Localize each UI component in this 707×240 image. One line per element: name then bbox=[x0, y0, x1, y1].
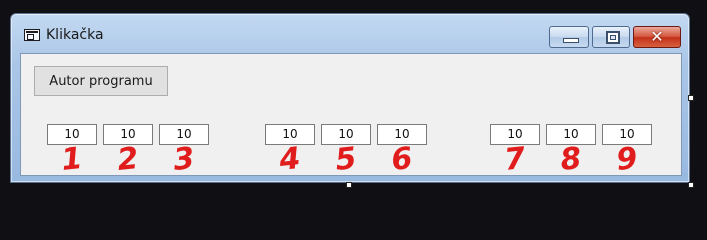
close-icon: ✕ bbox=[650, 27, 664, 46]
resize-handle-bottom[interactable] bbox=[346, 182, 352, 188]
app-window: Klikačka ✕ Autor programu 10 10 10 10 10… bbox=[10, 13, 690, 183]
annotation-label-8: 8 bbox=[558, 141, 584, 178]
annotation-label-6: 6 bbox=[389, 141, 415, 178]
app-window-icon bbox=[24, 29, 40, 41]
maximize-icon bbox=[606, 31, 620, 44]
minimize-icon bbox=[563, 38, 579, 43]
close-button[interactable]: ✕ bbox=[633, 26, 681, 48]
annotation-label-4: 4 bbox=[277, 141, 303, 178]
annotation-label-5: 5 bbox=[333, 141, 359, 178]
maximize-button[interactable] bbox=[592, 26, 630, 48]
resize-handle-right[interactable] bbox=[688, 95, 694, 101]
annotation-label-2: 2 bbox=[115, 141, 141, 178]
title-bar[interactable]: Klikačka ✕ bbox=[11, 14, 689, 50]
annotation-label-7: 7 bbox=[502, 141, 528, 178]
author-button[interactable]: Autor programu bbox=[34, 66, 168, 96]
annotation-label-9: 9 bbox=[614, 141, 640, 178]
annotation-label-3: 3 bbox=[171, 141, 197, 178]
minimize-button[interactable] bbox=[549, 26, 589, 48]
window-title: Klikačka bbox=[46, 27, 104, 43]
resize-handle-corner[interactable] bbox=[688, 182, 694, 188]
form-client-area: Autor programu 10 10 10 10 10 10 10 10 1… bbox=[20, 53, 682, 178]
annotation-label-1: 1 bbox=[59, 141, 85, 178]
